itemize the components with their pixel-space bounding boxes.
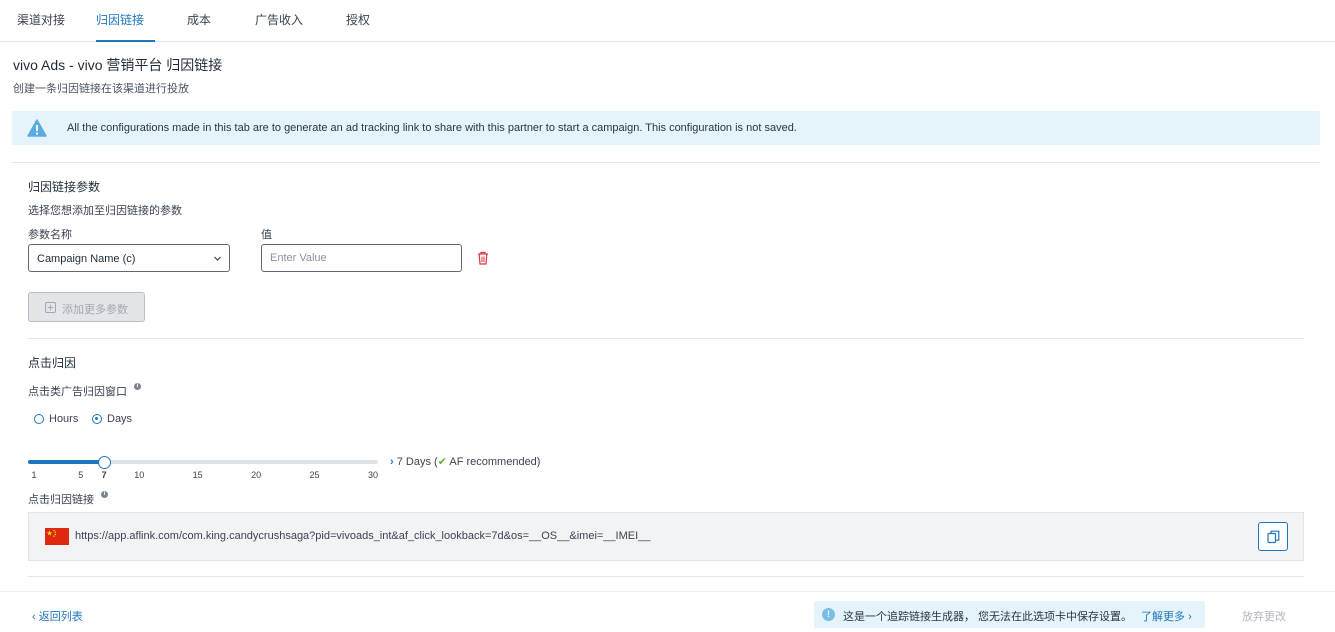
china-flag-icon	[45, 528, 69, 545]
warning-icon	[27, 119, 47, 137]
trash-icon[interactable]	[477, 251, 489, 265]
params-help-text: 选择您想添加至归因链接的参数	[28, 205, 182, 217]
param-name-select[interactable]: Campaign Name (c)	[28, 244, 230, 272]
click-window-label-row: 点击类广告归因窗口 i	[28, 383, 142, 399]
lookback-slider-fill	[28, 460, 105, 464]
page-subtitle: 创建一条归因链接在该渠道进行投放	[13, 83, 189, 95]
info-icon[interactable]: i	[134, 383, 142, 390]
click-link-url: https://app.aflink.com/com.king.candycru…	[75, 530, 651, 542]
add-more-params-label: 添加更多参数	[62, 304, 128, 316]
back-to-list-label: 返回列表	[38, 611, 83, 623]
page-title: vivo Ads - vivo 营销平台 归因链接	[13, 57, 223, 73]
radio-hours[interactable]	[34, 414, 44, 424]
radio-days[interactable]	[92, 414, 102, 424]
param-value-input[interactable]	[261, 244, 462, 272]
divider	[12, 162, 1320, 163]
divider	[28, 338, 1304, 339]
lookback-slider-thumb[interactable]	[97, 456, 111, 469]
tab-channel-integration[interactable]: 渠道对接	[17, 0, 65, 41]
info-icon[interactable]: i	[101, 491, 109, 498]
copy-icon	[1267, 530, 1280, 544]
info-banner: All the configurations made in this tab …	[12, 111, 1320, 145]
slider-tick-label: 7	[101, 470, 107, 480]
slider-tick-label: 30	[367, 470, 379, 480]
slider-readout: › 7 Days (✔ AF recommended)	[390, 455, 540, 468]
radio-days-label[interactable]: Days	[107, 413, 132, 425]
param-name-selected: Campaign Name (c)	[37, 253, 136, 265]
footer-note-text: 这是一个追踪链接生成器， 您无法在此选项卡中保存设置。	[843, 611, 1133, 623]
tab-cost[interactable]: 成本	[187, 0, 211, 41]
info-icon: !	[822, 608, 835, 621]
slider-tick-label: 25	[309, 470, 320, 480]
slider-tick-label: 10	[134, 470, 145, 480]
learn-more-link[interactable]: 了解更多 ›	[1141, 608, 1192, 624]
divider	[28, 576, 1304, 577]
tab-attribution-link[interactable]: 归因链接	[96, 0, 155, 42]
readout-recommended: AF recommended)	[449, 456, 541, 468]
tab-permissions[interactable]: 授权	[346, 0, 370, 41]
discard-changes-button[interactable]: 放弃更改	[1242, 608, 1286, 624]
copy-link-button[interactable]	[1258, 522, 1288, 551]
add-more-params-button[interactable]: 添加更多参数	[28, 292, 145, 322]
param-name-label: 参数名称	[28, 229, 72, 241]
chevron-right-icon: ›	[390, 456, 394, 468]
radio-hours-label[interactable]: Hours	[49, 413, 78, 425]
learn-more-label: 了解更多	[1141, 611, 1185, 623]
click-link-box: https://app.aflink.com/com.king.candycru…	[28, 512, 1304, 561]
tab-ad-revenue[interactable]: 广告收入	[255, 0, 303, 41]
slider-tick-label: 20	[251, 470, 262, 480]
banner-text: All the configurations made in this tab …	[67, 122, 797, 134]
readout-value: 7 Days (	[396, 456, 438, 468]
check-icon: ✔	[437, 456, 447, 468]
footer-info-note: ! 这是一个追踪链接生成器， 您无法在此选项卡中保存设置。 了解更多 ›	[814, 601, 1205, 628]
slider-tick-label: 15	[192, 470, 203, 480]
chevron-left-icon: ‹	[32, 611, 36, 623]
lookback-slider-track[interactable]	[28, 460, 378, 464]
chevron-right-icon: ›	[1188, 611, 1192, 623]
footer: ‹ 返回列表 ! 这是一个追踪链接生成器， 您无法在此选项卡中保存设置。 了解更…	[0, 591, 1335, 632]
click-window-label: 点击类广告归因窗口	[28, 386, 127, 398]
slider-tick-label: 5	[78, 470, 84, 480]
params-section-title: 归因链接参数	[28, 180, 101, 194]
back-to-list-link[interactable]: ‹ 返回列表	[32, 608, 83, 624]
click-link-label-row: 点击归因链接 i	[28, 491, 109, 507]
plus-icon	[45, 302, 56, 313]
slider-tick-label: 1	[31, 470, 37, 480]
chevron-down-icon	[214, 256, 221, 261]
click-attribution-title: 点击归因	[28, 356, 77, 370]
param-value-label: 值	[261, 229, 272, 241]
click-link-label: 点击归因链接	[28, 494, 94, 506]
tab-bar: 渠道对接 归因链接 成本 广告收入 授权	[0, 0, 1335, 42]
